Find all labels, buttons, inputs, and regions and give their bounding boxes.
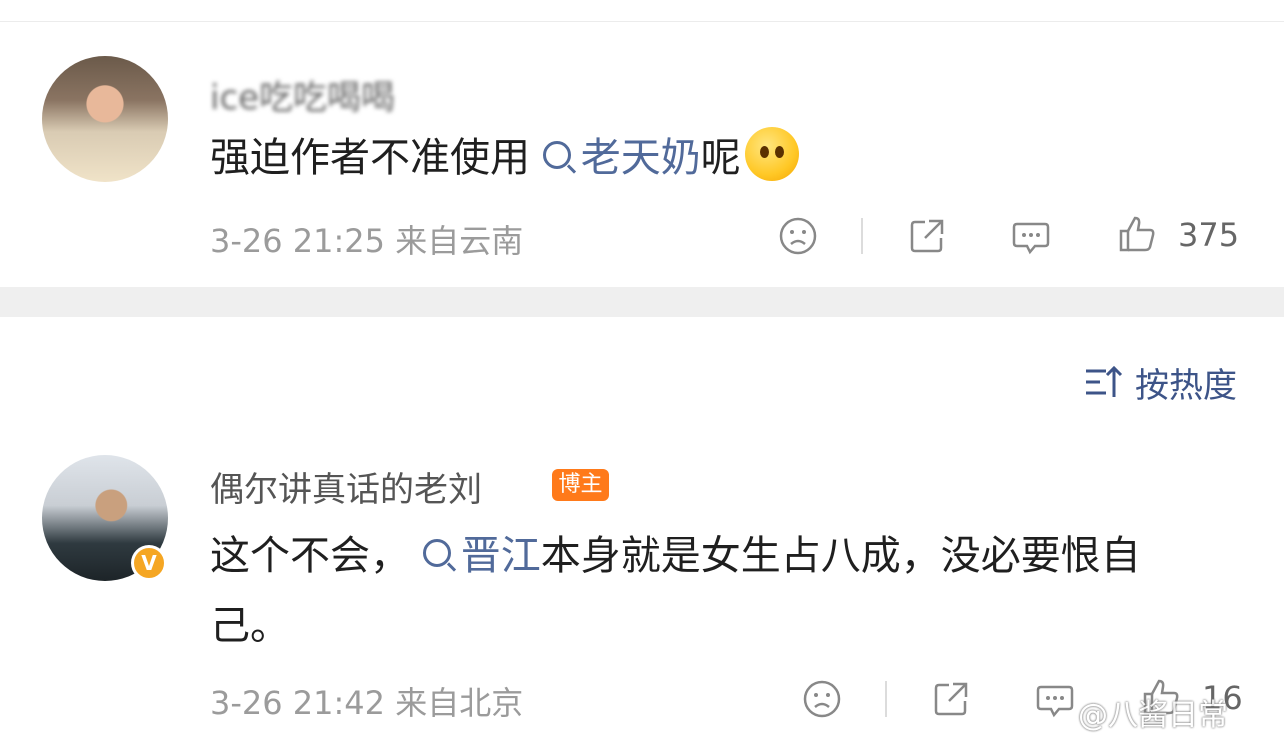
section-separator bbox=[0, 287, 1284, 317]
sort-icon bbox=[1086, 365, 1123, 397]
comment-icon[interactable] bbox=[1011, 216, 1051, 256]
comment-text-part: 呢 bbox=[700, 135, 741, 181]
dislike-face-icon[interactable] bbox=[778, 216, 818, 256]
location: 来自云南 bbox=[395, 222, 524, 260]
share-icon[interactable] bbox=[931, 679, 971, 719]
username[interactable]: 偶尔讲真话的老刘 bbox=[210, 462, 482, 511]
comment-meta: 3-26 21:42 来自北京 bbox=[210, 678, 523, 724]
comment-text: 强迫作者不准使用 老天奶呢 bbox=[210, 123, 799, 193]
avatar[interactable] bbox=[42, 56, 168, 182]
timestamp: 3-26 21:25 bbox=[210, 222, 386, 260]
comment-text-part: 强迫作者不准使用 bbox=[210, 135, 530, 181]
dislike-face-icon[interactable] bbox=[802, 679, 842, 719]
comment-text-part: 本身就是女生占八成，没必要恨自 bbox=[540, 533, 1141, 579]
topic-label: 晋江 bbox=[460, 533, 541, 579]
like-thumb-icon[interactable] bbox=[1117, 214, 1157, 254]
top-divider bbox=[0, 21, 1284, 22]
topic-label: 老天奶 bbox=[580, 135, 701, 181]
action-divider bbox=[885, 681, 887, 717]
share-icon[interactable] bbox=[907, 216, 947, 256]
topic-link[interactable]: 晋江 bbox=[422, 533, 541, 579]
sort-button[interactable]: 按热度 bbox=[1083, 360, 1237, 406]
search-icon bbox=[422, 539, 451, 567]
verified-badge: V bbox=[131, 545, 167, 581]
action-divider bbox=[861, 218, 863, 254]
search-icon bbox=[542, 141, 571, 169]
blogger-tag: 博主 bbox=[552, 469, 609, 501]
hug-emoji-icon bbox=[744, 127, 799, 181]
location: 来自北京 bbox=[395, 684, 524, 722]
comment-text-line2: 己。 bbox=[210, 603, 290, 649]
timestamp: 3-26 21:42 bbox=[210, 684, 386, 722]
comment-icon[interactable] bbox=[1035, 679, 1075, 719]
comment-text-part: 这个不会， bbox=[210, 533, 410, 579]
topic-link[interactable]: 老天奶 bbox=[542, 135, 701, 181]
sort-label: 按热度 bbox=[1135, 365, 1237, 406]
like-count: 375 bbox=[1178, 216, 1240, 254]
comment-meta: 3-26 21:25 来自云南 bbox=[210, 216, 523, 262]
comment-text: 这个不会， 晋江本身就是女生占八成，没必要恨自 bbox=[210, 521, 1141, 591]
watermark: @八酱日常 bbox=[1078, 698, 1228, 733]
username[interactable]: ice吃吃喝喝 bbox=[210, 70, 395, 119]
